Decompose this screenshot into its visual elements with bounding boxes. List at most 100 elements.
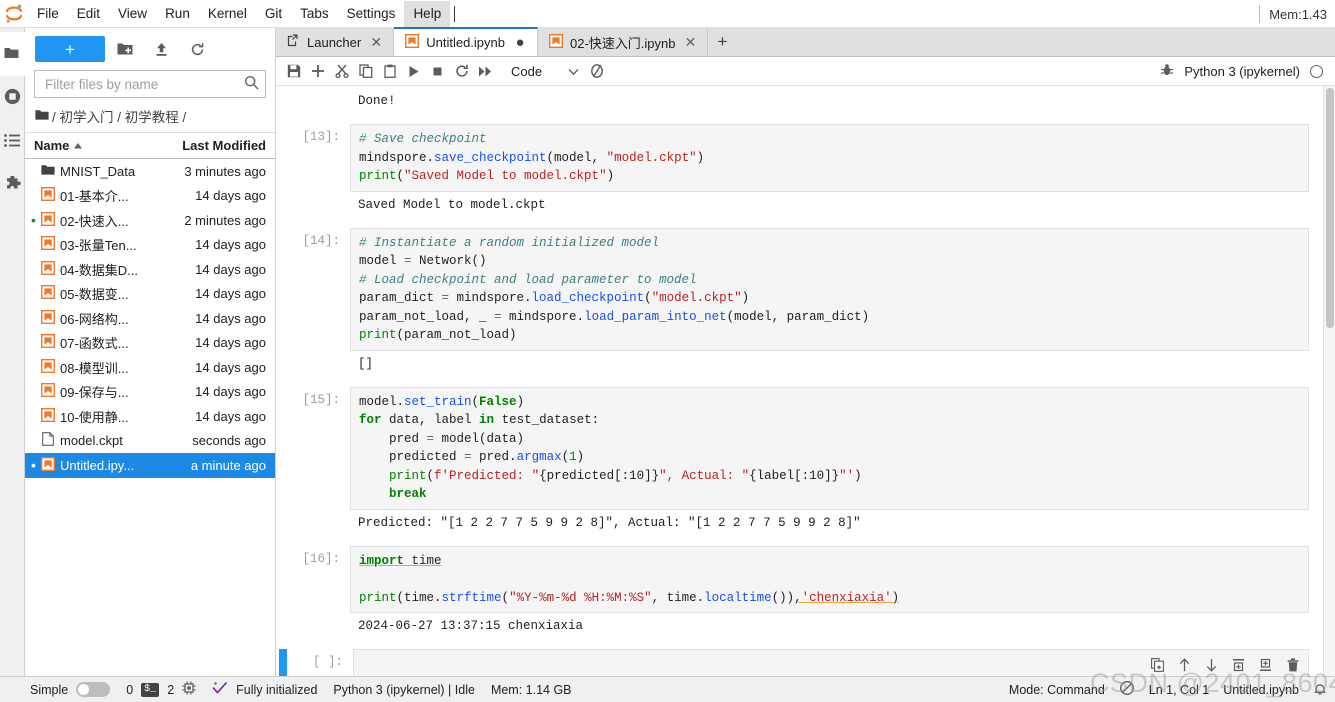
menu-edit[interactable]: Edit (68, 1, 109, 27)
column-header-name[interactable]: Name (34, 138, 182, 153)
new-tab-button[interactable]: + (708, 28, 736, 56)
menu-view[interactable]: View (109, 1, 156, 27)
cell-type-select[interactable]: Code (506, 61, 584, 82)
file-list-item[interactable]: 01-基本介... 14 days ago (25, 184, 275, 209)
stop-icon[interactable] (426, 59, 449, 84)
loop-icon[interactable] (585, 59, 608, 84)
notebook-cell[interactable]: Done! (276, 88, 1323, 114)
column-header-last-modified[interactable]: Last Modified (182, 138, 266, 153)
tab-launcher[interactable]: Launcher ✕ (276, 28, 395, 56)
file-name: 06-网络构... (60, 311, 129, 327)
search-icon (244, 75, 259, 93)
insert-cell-above-icon[interactable] (1231, 658, 1246, 672)
file-list-item[interactable]: 10-使用静... 14 days ago (25, 404, 275, 429)
memory-text: Mem: 1.14 GB (490, 682, 572, 697)
notebook-scrollbar[interactable] (1323, 86, 1335, 676)
file-modified: a minute ago (190, 457, 266, 473)
notebook-icon (40, 187, 56, 204)
breadcrumb-path[interactable]: / 初学入门 / 初学教程 / (52, 106, 186, 126)
delete-cell-icon[interactable] (1285, 658, 1300, 672)
menu-help[interactable]: Help (404, 0, 451, 27)
file-list-item[interactable]: 06-网络构... 14 days ago (25, 306, 275, 331)
tab-label: Launcher (307, 34, 362, 50)
file-filter[interactable] (34, 70, 266, 98)
sidebar-item-extensions[interactable] (0, 164, 25, 208)
notebook-cell[interactable]: [16]: import time print(time.strftime("%Y… (276, 545, 1323, 614)
jupyterlab-window: File Edit View Run Kernel Git Tabs Setti… (0, 0, 1335, 702)
sidebar-item-file-browser[interactable] (0, 32, 25, 76)
notebook-cell[interactable]: [13]: # Save checkpoint mindspore.save_ch… (276, 124, 1323, 192)
cpu-icon[interactable] (182, 681, 196, 698)
file-list-item[interactable]: model.ckpt seconds ago (25, 429, 275, 454)
cell-prompt: [ ]: (312, 655, 343, 669)
cursor-position-text[interactable]: Ln 1, Col 1 (1149, 683, 1209, 697)
new-folder-icon[interactable] (109, 36, 141, 62)
file-list-item[interactable]: 08-模型训... 14 days ago (25, 355, 275, 380)
running-indicator-dot: • (31, 212, 36, 229)
scrollbar-thumb[interactable] (1326, 88, 1334, 328)
menu-git[interactable]: Git (256, 1, 291, 27)
file-list-item[interactable]: 07-函数式... 14 days ago (25, 331, 275, 356)
notebook-cell[interactable]: [14]: # Instantiate a random initialized … (276, 227, 1323, 351)
file-list-item[interactable]: • Untitled.ipy... a minute ago (25, 453, 275, 478)
kernel-name[interactable]: Python 3 (ipykernel) (1184, 64, 1300, 79)
refresh-icon[interactable] (181, 36, 213, 62)
bell-icon[interactable] (1313, 681, 1327, 699)
move-cell-down-icon[interactable] (1204, 658, 1219, 672)
menu-run[interactable]: Run (156, 1, 199, 27)
file-list-item[interactable]: 04-数据集D... 14 days ago (25, 257, 275, 282)
kernel-status[interactable]: Python 3 (ipykernel) | Idle (333, 683, 475, 697)
tab-close-icon[interactable]: ✕ (368, 34, 384, 51)
menu-settings[interactable]: Settings (338, 1, 405, 27)
tab-close-icon[interactable]: ✕ (682, 34, 698, 51)
no-connection-icon[interactable] (1119, 680, 1135, 699)
move-cell-up-icon[interactable] (1177, 658, 1192, 672)
cell-selection-bar (276, 546, 284, 614)
file-list-item[interactable]: 05-数据变... 14 days ago (25, 282, 275, 307)
restart-run-all-icon[interactable] (474, 59, 497, 84)
cell-editor[interactable]: # Save checkpoint mindspore.save_checkpo… (350, 124, 1309, 192)
cell-prompt: [15]: (302, 392, 340, 407)
file-list-item[interactable]: MNIST_Data 3 minutes ago (25, 159, 275, 184)
file-list-item[interactable]: 03-张量Ten... 14 days ago (25, 233, 275, 258)
file-type-icon (38, 334, 58, 351)
run-icon[interactable] (402, 59, 425, 84)
cell-selection-bar (276, 228, 284, 351)
notebook-cell[interactable]: [15]: model.set_train(False) for data, la… (276, 386, 1323, 510)
insert-cell-icon[interactable] (306, 59, 329, 84)
menu-tabs[interactable]: Tabs (291, 1, 338, 27)
duplicate-cell-icon[interactable] (1150, 658, 1165, 672)
sidebar-item-toc[interactable] (0, 120, 25, 164)
insert-cell-below-icon[interactable] (1258, 658, 1273, 672)
tab-untitled-ipynb[interactable]: Untitled.ipynb ● (394, 27, 538, 56)
simple-mode-toggle[interactable] (76, 682, 111, 697)
file-type-icon (38, 211, 58, 229)
tab-dirty-indicator[interactable]: ● (512, 35, 528, 50)
cut-icon[interactable] (330, 59, 353, 84)
copy-icon[interactable] (354, 59, 377, 84)
menu-kernel[interactable]: Kernel (199, 1, 256, 27)
breadcrumb[interactable]: / 初学入门 / 初学教程 / (25, 102, 275, 132)
notebook-cell-active[interactable]: [ ]: (276, 649, 1323, 676)
search-input[interactable] (43, 75, 244, 93)
file-list-item[interactable]: • 02-快速入... 2 minutes ago (25, 208, 275, 233)
paste-icon[interactable] (378, 59, 401, 84)
save-icon[interactable] (282, 59, 305, 84)
breadcrumb-folder-icon[interactable] (35, 109, 49, 124)
new-launcher-button[interactable]: + (35, 36, 105, 62)
cell-editor[interactable]: model.set_train(False) for data, label i… (350, 386, 1309, 510)
cell-editor[interactable] (353, 649, 1309, 676)
restart-kernel-icon[interactable] (450, 59, 473, 84)
file-name: 04-数据集D... (60, 262, 139, 278)
kernel-sessions-group[interactable]: 0 $_ 2 (126, 681, 196, 698)
cell-editor[interactable]: import time print(time.strftime("%Y-%m-%… (350, 545, 1309, 613)
tab-02-快速入门-ipynb[interactable]: 02-快速入门.ipynb ✕ (538, 28, 709, 56)
cell-editor[interactable]: # Instantiate a random initialized model… (350, 227, 1309, 351)
file-list-item[interactable]: 09-保存与... 14 days ago (25, 380, 275, 405)
upload-icon[interactable] (145, 36, 177, 62)
bug-icon[interactable] (1160, 63, 1174, 80)
menu-file[interactable]: File (28, 1, 68, 27)
kernel-indicator[interactable]: Python 3 (ipykernel) (1160, 63, 1329, 80)
sidebar-item-running[interactable] (0, 76, 25, 120)
cell-prompt (284, 88, 350, 114)
